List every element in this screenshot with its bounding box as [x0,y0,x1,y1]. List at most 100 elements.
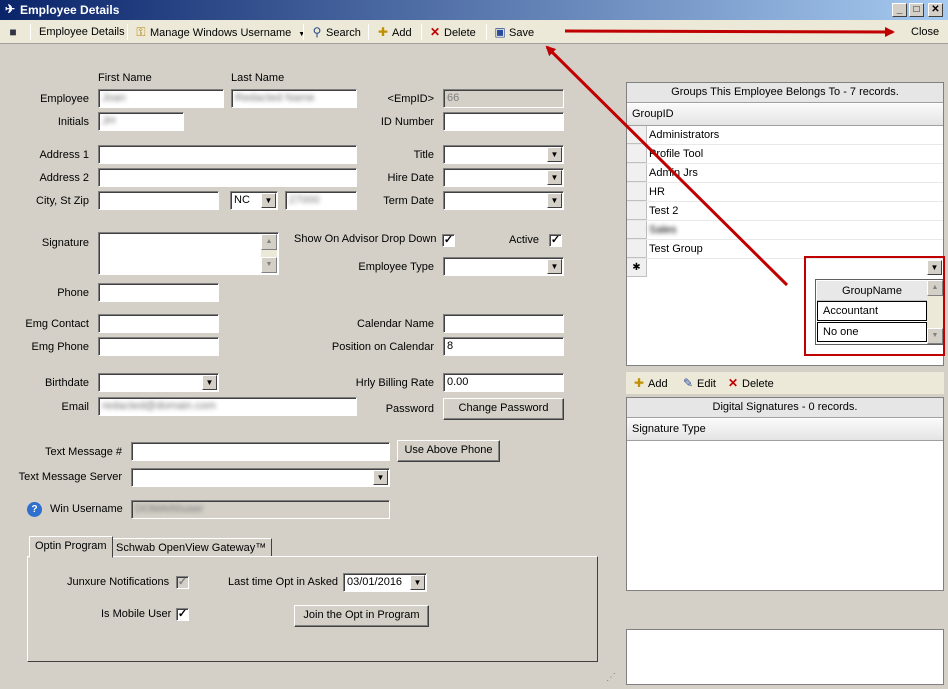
row-selector[interactable] [627,145,647,163]
key-icon: ⚿ [136,25,146,39]
emg-phone-label: Emg Phone [31,341,89,353]
row-selector[interactable] [627,126,647,144]
email-field[interactable]: redacted@domain.com [98,397,357,416]
group-delete-button[interactable]: ✕ Delete [726,375,774,391]
row-selector[interactable] [627,221,647,239]
state-dropdown[interactable]: NC ▼ [230,191,278,210]
scrollbar[interactable]: ▲ ▼ [261,234,277,273]
close-window-button[interactable]: ✕ [928,3,943,17]
scroll-up-icon[interactable]: ▲ [261,234,277,250]
employee-list-button[interactable]: ■ [6,24,22,40]
chevron-down-icon[interactable]: ▼ [410,575,425,590]
edit-icon: ✎ [682,376,694,390]
table-row[interactable]: Admin Jrs [627,164,943,183]
address2-label: Address 2 [39,172,89,184]
join-opt-in-button[interactable]: Join the Opt in Program [294,605,429,627]
employee-details-button[interactable]: Employee Details [39,24,125,40]
phone-field[interactable] [98,283,219,302]
active-checkbox[interactable]: ✓ [549,234,562,247]
show-on-advisor-checkbox[interactable]: ✓ [442,234,455,247]
chevron-down-icon[interactable]: ▼ [547,259,562,274]
group-edit-button[interactable]: ✎ Edit [681,375,716,391]
hire-date-picker[interactable]: ▼ [443,168,564,187]
search-button[interactable]: ⚲ Search [310,24,361,40]
resize-grip-icon[interactable]: ⋰ [606,672,616,683]
emg-phone-field[interactable] [98,337,219,356]
scroll-down-icon[interactable]: ▼ [261,257,277,273]
close-button[interactable]: Close [911,24,939,40]
chevron-down-icon[interactable]: ▼ [547,170,562,185]
table-row[interactable]: Profile Tool [627,145,943,164]
chevron-down-icon[interactable]: ▼ [547,147,562,162]
employee-label: Employee [40,93,89,105]
signature-field[interactable]: ▲ ▼ [98,232,279,275]
position-on-calendar-field[interactable]: 8 [443,337,564,356]
signature-type-column-header[interactable]: Signature Type [627,419,943,441]
table-row[interactable]: HR [627,183,943,202]
table-row[interactable]: Test 2 [627,202,943,221]
add-button[interactable]: ✚ Add [376,24,412,40]
manage-windows-username-button[interactable]: ⚿ Manage Windows Username ▼ [134,24,305,40]
dropdown-option-no-one[interactable]: No one [817,322,927,342]
chevron-down-icon[interactable]: ▼ [261,193,276,208]
term-date-picker[interactable]: ▼ [443,191,564,210]
table-row[interactable]: Test Group [627,240,943,259]
chevron-down-icon[interactable]: ▼ [373,470,388,485]
table-row[interactable]: Sales [627,221,943,240]
help-icon[interactable]: ? [27,502,42,517]
scroll-up-icon[interactable]: ▲ [927,280,943,296]
row-selector[interactable] [627,183,647,201]
address1-field[interactable] [98,145,357,164]
toolbar-separator [421,24,422,40]
last-time-opt-in-picker[interactable]: 03/01/2016 ▼ [343,573,427,592]
emg-contact-field[interactable] [98,314,219,333]
save-button[interactable]: ▣ Save [493,24,534,40]
groupid-column-header[interactable]: GroupID [627,104,943,126]
text-message-field[interactable] [131,442,390,461]
hrly-billing-rate-field[interactable]: 0.00 [443,373,564,392]
maximize-button[interactable]: □ [909,3,924,17]
row-selector[interactable] [627,240,647,258]
manage-windows-username-label: Manage Windows Username [150,27,292,39]
chevron-down-icon[interactable]: ▼ [547,193,562,208]
bottom-right-panel [626,629,944,685]
city-field[interactable] [98,191,219,210]
first-name-field[interactable]: Joan [98,89,224,108]
dropdown-option-accountant[interactable]: Accountant [817,301,927,321]
chevron-down-icon[interactable]: ▼ [202,375,217,390]
calendar-name-field[interactable] [443,314,564,333]
groupname-dropdown-list[interactable]: GroupName Accountant No one ▲ ▼ [815,279,944,345]
id-number-field[interactable] [443,112,564,131]
save-label: Save [509,27,535,39]
use-above-phone-button[interactable]: Use Above Phone [397,440,500,462]
row-selector[interactable] [627,202,647,220]
tab-schwab-openview[interactable]: Schwab OpenView Gateway™ [110,538,273,558]
tab-optin-program[interactable]: Optin Program [29,536,113,558]
digital-signatures-header: Digital Signatures - 0 records. [627,398,943,418]
group-edit-label: Edit [697,378,716,390]
address2-field[interactable] [98,168,357,187]
table-row[interactable]: Administrators [627,126,943,145]
employee-type-dropdown[interactable]: ▼ [443,257,564,276]
zip-field[interactable]: 27000 [285,191,357,210]
initials-field[interactable]: JH [98,112,184,131]
is-mobile-user-checkbox[interactable]: ✓ [176,608,189,621]
employee-type-label: Employee Type [358,261,434,273]
group-add-button[interactable]: ✚ Add [632,375,668,391]
scroll-down-icon[interactable]: ▼ [927,328,943,344]
minimize-button[interactable]: _ [892,3,907,17]
change-password-button[interactable]: Change Password [443,398,564,420]
dropdown-scrollbar[interactable]: ▲ ▼ [927,280,943,344]
birthdate-picker[interactable]: ▼ [98,373,219,392]
text-message-server-label: Text Message Server [18,471,122,483]
last-name-field[interactable]: Redacted Name [231,89,357,108]
term-date-label: Term Date [383,195,434,207]
text-message-server-dropdown[interactable]: ▼ [131,468,390,487]
new-row[interactable]: ✱ ▼ [627,259,943,278]
group-id-cell: Administrators [649,129,720,141]
delete-button[interactable]: ✕ Delete [428,24,476,40]
title-dropdown[interactable]: ▼ [443,145,564,164]
row-selector[interactable] [627,164,647,182]
chevron-down-icon[interactable]: ▼ [927,260,942,275]
groupid-new-row-dropdown[interactable]: ▼ [649,259,943,277]
